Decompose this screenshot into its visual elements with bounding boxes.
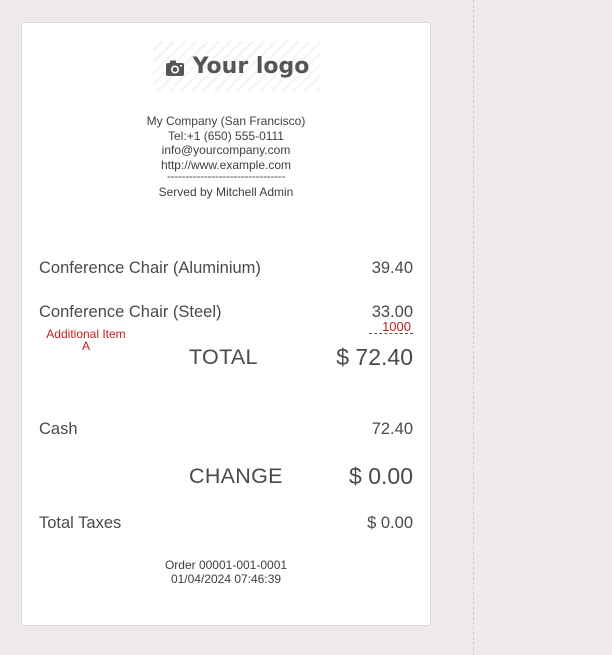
company-logo: Your logo [153, 41, 321, 91]
taxes-line: Total Taxes $ 0.00 [39, 514, 413, 533]
annotation-value: 1000 [369, 319, 413, 334]
order-info: Order 00001-001-0001 01/04/2024 07:46:39 [22, 558, 430, 586]
line-amount: 39.40 [371, 259, 413, 277]
additional-item-annotation: Additional Item A [46, 327, 126, 353]
company-email: info@yourcompany.com [161, 143, 291, 157]
change-label: CHANGE [189, 464, 283, 488]
change-amount: $ 0.00 [349, 463, 413, 489]
served-by: Served by Mitchell Admin [158, 185, 294, 199]
company-name: My Company (San Francisco) [146, 114, 306, 128]
company-website: http://www.example.com [160, 157, 292, 172]
receipt-line: Conference Chair (Steel) 33.00 [39, 303, 413, 322]
taxes-amount: $ 0.00 [367, 514, 413, 532]
camera-icon [165, 58, 185, 76]
payment-amount: 72.40 [371, 420, 413, 438]
header-separator: -------------------------------- [166, 172, 286, 183]
receipt-line: Conference Chair (Aluminium) 39.40 [39, 259, 413, 278]
total-label: TOTAL [189, 345, 258, 369]
company-phone: Tel:+1 (650) 555-0111 [168, 128, 284, 143]
line-product-name: Conference Chair (Aluminium) [39, 259, 261, 277]
payment-line: Cash 72.40 [39, 420, 413, 439]
company-info: My Company (San Francisco) Tel:+1 (650) … [22, 114, 430, 200]
annotation-number: 1000 [382, 319, 411, 334]
order-datetime: 01/04/2024 07:46:39 [170, 572, 282, 586]
logo-text: Your logo [192, 53, 310, 79]
total-amount: $ 72.40 [336, 344, 413, 370]
receipt: Your logo My Company (San Francisco) Tel… [21, 22, 431, 626]
line-product-name: Conference Chair (Steel) [39, 303, 222, 321]
receipt-preview-pane: Your logo My Company (San Francisco) Tel… [0, 0, 474, 655]
payment-method: Cash [39, 420, 78, 438]
taxes-label: Total Taxes [39, 514, 122, 532]
order-number: Order 00001-001-0001 [164, 558, 288, 572]
right-panel [475, 0, 612, 655]
